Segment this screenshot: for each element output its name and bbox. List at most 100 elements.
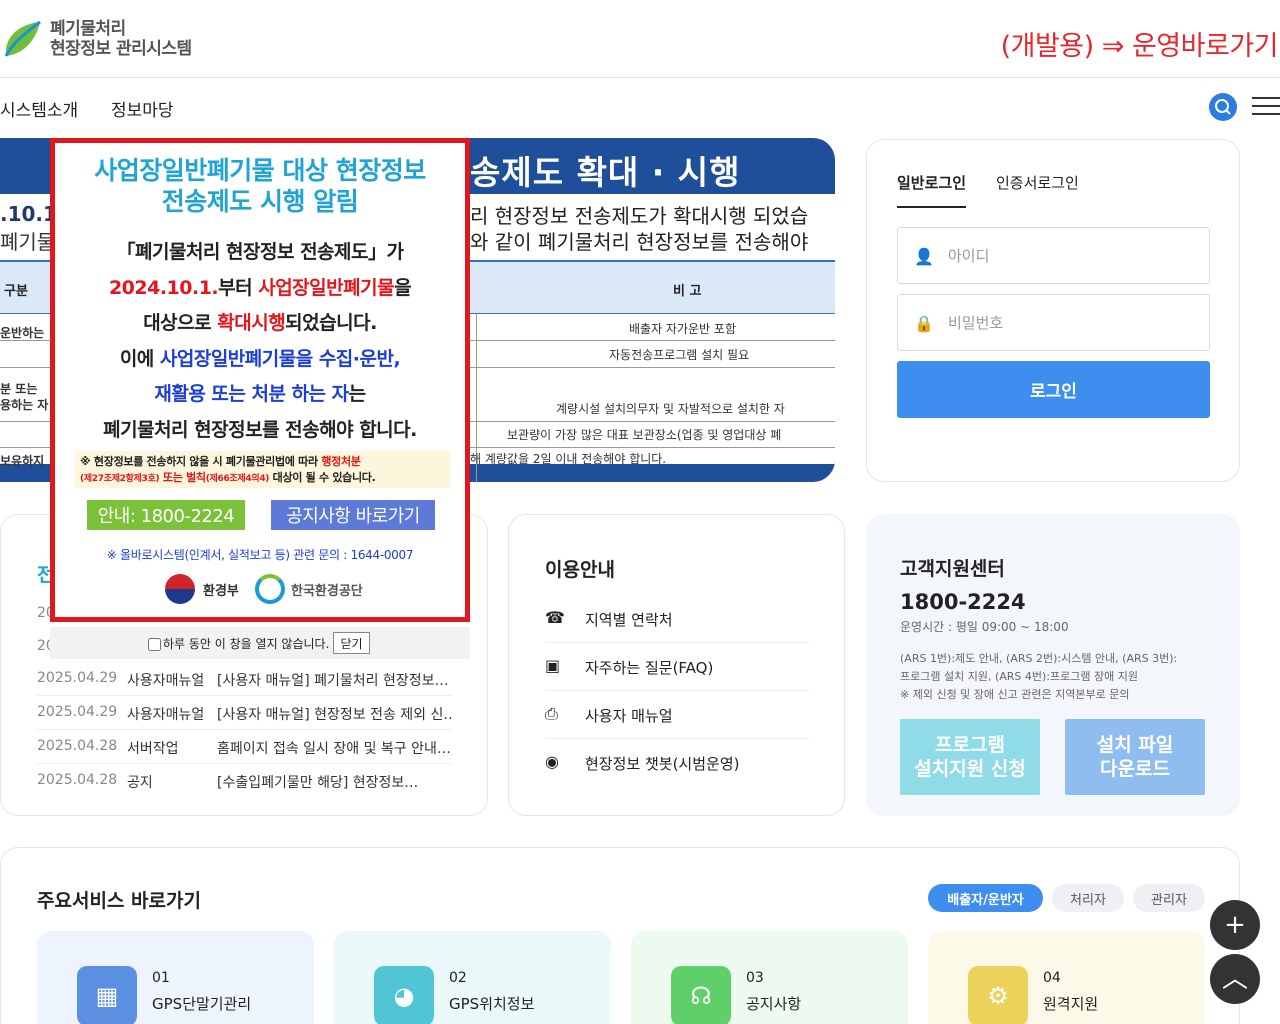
search-icon[interactable] [1209, 93, 1237, 121]
ministry-name: 환경부 [203, 584, 239, 599]
popup-title-line-1: 사업장일반폐기물 대상 현장정보 [94, 156, 426, 185]
service-tile-gps-terminal[interactable]: ▦ 01 GPS단말기관리 [37, 931, 314, 1024]
production-site-link[interactable]: (개발용) ⇒ 운영바로가기 [1001, 24, 1279, 63]
password-input[interactable] [948, 311, 1188, 335]
button-line: 설치지원 신청 [914, 758, 1026, 780]
id-field[interactable]: 👤 [897, 227, 1210, 284]
popup-line: 이에 사업장일반폐기물을 수집·운반, [55, 342, 465, 378]
popup-close-button[interactable]: 닫기 [333, 632, 370, 654]
guide-item-user-manual[interactable]: ⎙ 사용자 매뉴얼 [545, 691, 809, 739]
service-tile-notices[interactable]: ☊ 03 공지사항 [631, 931, 908, 1024]
button-line: 프로그램 [935, 734, 1005, 756]
table-cell-right: 보관량이 가장 많은 대표 보관장소(업종 및 영업대상 폐 [507, 428, 782, 442]
guide-item-regional-contacts[interactable]: ☎ 지역별 연락처 [545, 595, 809, 643]
tab-certificate-login[interactable]: 인증서로그인 [996, 172, 1079, 193]
dont-show-today-checkbox[interactable] [148, 638, 161, 651]
guide-item-label: 현장정보 챗봇(시범운영) [585, 755, 740, 773]
button-line: 다운로드 [1100, 758, 1170, 780]
notice-title[interactable]: [사용자 매뉴얼] 폐기물처리 현장정보… [217, 670, 452, 690]
popup-title-line-2: 전송제도 시행 알림 [161, 187, 359, 216]
guide-item-label: 자주하는 질문(FAQ) [585, 659, 714, 677]
leaf-logo-icon[interactable] [2, 18, 42, 60]
text: 부터 [218, 276, 259, 299]
service-tile-gps-location[interactable]: ◕ 02 GPS위치정보 [334, 931, 611, 1024]
tile-number: 04 [1043, 970, 1061, 986]
button-line: 설치 파일 [1096, 734, 1174, 756]
password-field[interactable]: 🔒 [897, 294, 1210, 351]
notice-title[interactable]: [수출입폐기물만 해당] 현장정보… [217, 772, 452, 792]
tab-administrator[interactable]: 관리자 [1133, 884, 1205, 912]
tile-label: GPS단말기관리 [152, 995, 252, 1013]
table-cell-right: 자동전송프로그램 설치 필요 [609, 348, 750, 362]
notice-date: 2025.04.28 [37, 772, 118, 788]
highlight-expansion: 확대시행 [217, 312, 286, 334]
guide-item-faq[interactable]: ▣ 자주하는 질문(FAQ) [545, 643, 809, 691]
highlight-target: 사업장일반폐기물을 수집·운반, [159, 347, 401, 370]
tab-general-login[interactable]: 일반로그인 [897, 172, 967, 208]
tab-processor[interactable]: 처리자 [1052, 884, 1124, 912]
site-header: 폐기물처리 현장정보 관리시스템 (개발용) ⇒ 운영바로가기 [0, 0, 1280, 78]
nav-item-info-plaza[interactable]: 정보마당 [111, 96, 174, 121]
hamburger-menu-icon[interactable] [1252, 97, 1280, 117]
phone-icon: ☎ [545, 608, 565, 627]
tab-generator-transporter[interactable]: 배출자/운반자 [928, 884, 1043, 912]
guide-item-chatbot[interactable]: ◉ 현장정보 챗봇(시범운영) [545, 739, 809, 787]
highlight-date: 2024.10.1. [108, 276, 219, 299]
user-icon: 👤 [914, 247, 934, 266]
tile-label: GPS위치정보 [449, 995, 535, 1013]
highlight-penalty: 벌칙 [186, 471, 206, 484]
dont-show-today-text: 하루 동안 이 창을 열지 않습니다. [163, 637, 330, 651]
notice-title[interactable]: 홈페이지 접속 일시 장애 및 복구 안내… [217, 738, 452, 758]
table-cell-left: 보유하지 [0, 454, 45, 468]
plus-icon[interactable]: + [1210, 900, 1260, 950]
table-cell-right: 계량시설 설치의무자 및 자발적으로 설치한 자 [556, 402, 785, 416]
keco-name: 한국환경공단 [291, 584, 363, 599]
lock-icon: 🔒 [914, 314, 934, 333]
customer-support-panel: 고객지원센터 1800-2224 운영시간 : 평일 09:00 ~ 18:00… [866, 514, 1240, 816]
text: 이에 [119, 347, 160, 370]
info-phone-button[interactable]: 안내: 1800-2224 [87, 500, 245, 530]
text: 또는 [159, 471, 187, 484]
table-cell-right: 해 계량값을 2일 이내 전송해야 합니다. [470, 452, 667, 466]
list-item[interactable]: 2025.04.28 서버작업 홈페이지 접속 일시 장애 및 복구 안내… [37, 730, 452, 764]
id-input[interactable] [948, 244, 1188, 268]
dont-show-today-label[interactable]: 하루 동안 이 창을 열지 않습니다. [148, 635, 329, 652]
usage-guide-panel: 이용안내 ☎ 지역별 연락처 ▣ 자주하는 질문(FAQ) ⎙ 사용자 매뉴얼 … [508, 514, 845, 816]
guide-item-label: 사용자 매뉴얼 [585, 707, 673, 725]
law-clause: (제66조제4의4) [205, 474, 270, 484]
list-item[interactable]: 2025.04.29 사용자매뉴얼 [사용자 매뉴얼] 폐기물처리 현장정보… [37, 662, 452, 696]
popup-line: 대상으로 확대시행되었습니다. [55, 306, 465, 342]
tile-number: 03 [746, 970, 764, 986]
tile-number: 01 [152, 970, 170, 986]
banner-text-line-2: 와 같이 폐기물처리 현장정보를 전송해야 [470, 230, 809, 254]
support-ars-info: (ARS 1번):제도 안내, (ARS 2번):시스템 안내, (ARS 3번… [900, 650, 1210, 704]
install-support-request-button[interactable]: 프로그램 설치지원 신청 [900, 719, 1040, 795]
banner-date-fragment: .10.1 [0, 202, 57, 226]
notice-title[interactable]: [사용자 매뉴얼] 현장정보 전송 제외 신… [217, 704, 452, 724]
install-file-download-button[interactable]: 설치 파일 다운로드 [1065, 719, 1205, 795]
popup-message: 「폐기물처리 현장정보 전송제도」가 2024.10.1.부터 사업장일반폐기물… [55, 235, 465, 448]
headset-icon: ☊ [671, 966, 731, 1024]
notice-popup: 사업장일반폐기물 대상 현장정보 전송제도 시행 알림 「폐기물처리 현장정보 … [50, 138, 470, 622]
list-item[interactable]: 2025.04.28 공지 [수출입폐기물만 해당] 현장정보… [37, 764, 452, 798]
notice-category: 서버작업 [127, 741, 179, 757]
scroll-top-icon[interactable]: ︿ [1210, 954, 1260, 1004]
go-to-notice-button[interactable]: 공지사항 바로가기 [271, 500, 435, 530]
services-title: 주요서비스 바로가기 [37, 890, 201, 912]
guide-item-label: 지역별 연락처 [585, 611, 673, 629]
chatbot-icon: ◉ [545, 752, 559, 771]
nav-item-system-intro[interactable]: 시스템소개 [0, 96, 78, 121]
notice-date: 2025.04.28 [37, 738, 118, 754]
login-button[interactable]: 로그인 [897, 361, 1210, 418]
main-nav: 시스템소개 정보마당 [0, 79, 1280, 135]
popup-title: 사업장일반폐기물 대상 현장정보 전송제도 시행 알림 [55, 155, 465, 217]
site-logo-text[interactable]: 폐기물처리 현장정보 관리시스템 [50, 19, 192, 59]
notice-date: 2025.04.29 [37, 670, 118, 686]
ars-line-1: (ARS 1번):제도 안내, (ARS 2번):시스템 안내, (ARS 3번… [900, 652, 1178, 665]
service-tile-remote-support[interactable]: ⚙ 04 원격지원 [928, 931, 1205, 1024]
banner-text-line-1: 리 현장정보 전송제도가 확대시행 되었습 [470, 204, 809, 228]
law-clause: (제27조제2항제3호) [80, 474, 160, 484]
main-services-panel: 주요서비스 바로가기 배출자/운반자 처리자 관리자 ▦ 01 GPS단말기관리… [0, 847, 1240, 1024]
popup-line: 재활용 또는 처분 하는 자는 [55, 377, 465, 413]
list-item[interactable]: 2025.04.29 사용자매뉴얼 [사용자 매뉴얼] 현장정보 전송 제외 신… [37, 696, 452, 730]
